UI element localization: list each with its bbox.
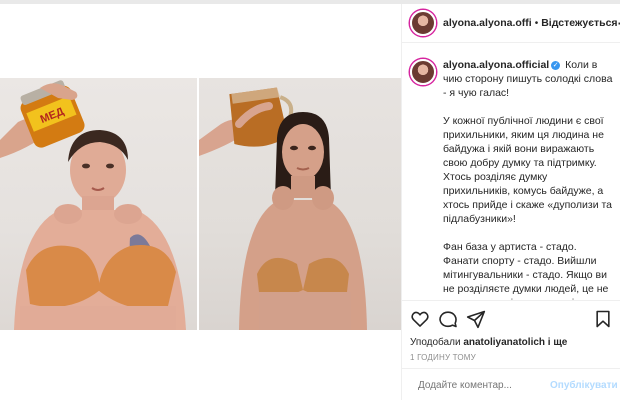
caption: alyona.alyona.official ✓ Коли в чию сторо… <box>410 58 613 100</box>
likes-user[interactable]: anatoliyanatolich <box>463 337 545 348</box>
likes-prefix: Уподобали <box>410 337 461 348</box>
instagram-post: МЕД alyona.alyona.offi • Відстежується a… <box>0 0 620 400</box>
photo-collage: МЕД <box>0 78 401 330</box>
caption-avatar[interactable] <box>410 59 436 85</box>
post-timestamp[interactable]: 1 ГОДИНУ ТОМУ <box>410 353 476 362</box>
actions-area: Уподобали anatoliyanatolich і ще 1 ГОДИН… <box>402 300 620 400</box>
comments-section: alyona.alyona.official ✓ Коли в чию сторо… <box>402 44 620 300</box>
caption-paragraph: У кожної публічної людини є свої прихиль… <box>443 115 613 225</box>
bookmark-icon[interactable] <box>593 309 613 329</box>
comment-icon[interactable] <box>438 309 458 329</box>
author-avatar[interactable] <box>410 10 436 36</box>
photo-right-half <box>199 78 401 330</box>
separator-dot: • <box>534 17 539 29</box>
post-comment-button[interactable]: Опублікувати <box>550 380 618 391</box>
post-side-panel: alyona.alyona.offi • Відстежується ··· a… <box>401 4 620 400</box>
share-icon[interactable] <box>466 309 486 329</box>
action-icons <box>410 309 486 329</box>
heart-icon[interactable] <box>410 309 430 329</box>
comment-input[interactable] <box>418 379 550 391</box>
right-photo-illustration <box>199 87 367 330</box>
post-username[interactable]: alyona.alyona.offi <box>443 17 532 29</box>
comment-box: Опублікувати <box>402 368 620 400</box>
left-photo-illustration: МЕД <box>0 80 186 330</box>
follow-status-button[interactable]: Відстежується <box>541 17 617 29</box>
caption-text-block: alyona.alyona.official ✓ Коли в чию сторо… <box>443 58 613 100</box>
likes-suffix[interactable]: і ще <box>548 337 568 348</box>
photo-left-half: МЕД <box>0 78 197 330</box>
post-header: alyona.alyona.offi • Відстежується ··· <box>402 4 620 43</box>
post-photo[interactable]: МЕД <box>0 4 401 400</box>
caption-author[interactable]: alyona.alyona.official <box>443 59 549 71</box>
likes-line: Уподобали anatoliyanatolich і ще <box>410 337 567 348</box>
verified-badge-icon: ✓ <box>551 61 561 70</box>
caption-paragraph: Фан база у артиста - стадо. Фанати спорт… <box>443 241 609 300</box>
